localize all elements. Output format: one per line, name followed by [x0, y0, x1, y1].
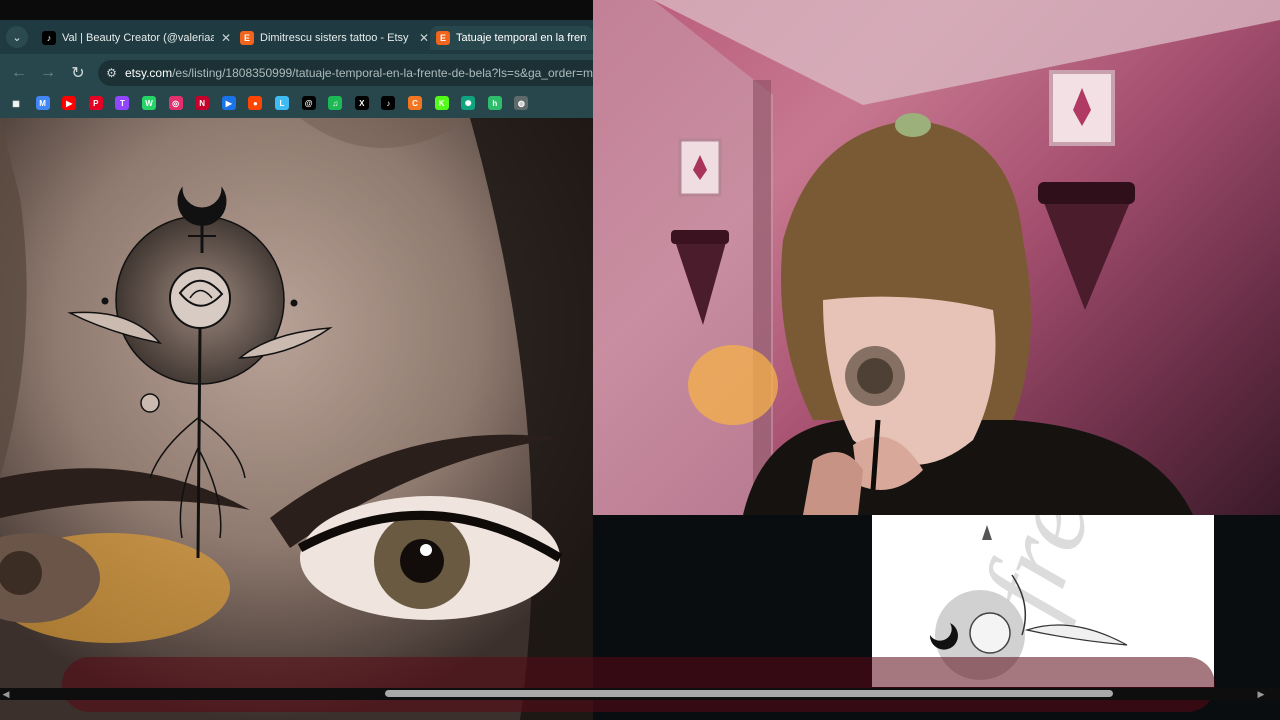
reddit-icon[interactable]: ● [248, 96, 263, 110]
tab-label: Val | Beauty Creator (@valeriaa... [62, 32, 214, 44]
whatsapp-icon[interactable]: W [142, 96, 156, 110]
close-icon[interactable]: ✕ [220, 31, 232, 45]
x-icon[interactable]: X [354, 96, 369, 110]
reload-icon: ↻ [71, 65, 85, 82]
twitch-icon[interactable]: T [115, 96, 130, 110]
arrow-left-icon: ← [11, 64, 27, 81]
scrollbar-thumb[interactable] [385, 690, 1113, 697]
pinterest-icon[interactable]: P [88, 96, 103, 110]
chatgpt-icon[interactable]: ✺ [461, 96, 476, 110]
chevron-down-icon: ⌄ [12, 31, 22, 44]
webcam-scene [593, 0, 1280, 515]
hotmart-icon[interactable]: h [487, 96, 502, 110]
globe-icon[interactable]: ◍ [514, 96, 529, 110]
spotify-icon[interactable]: ♫ [328, 96, 343, 110]
arrow-left-icon: ◀ [2, 688, 10, 699]
tab-search-button[interactable]: ⌄ [6, 26, 28, 48]
tab-etsy-dimitrescu[interactable]: E Dimitrescu sisters tattoo - Etsy ✕ [234, 26, 436, 50]
forward-button[interactable]: → [37, 62, 59, 84]
scroll-left-button[interactable]: ◀ [0, 688, 12, 700]
listing-photo [0, 118, 593, 720]
tab-label: Tatuaje temporal en la frente de [456, 32, 587, 44]
arrow-right-icon: ▶ [1257, 688, 1265, 699]
reload-button[interactable]: ↻ [67, 62, 89, 84]
tiktok-bookmark-icon[interactable]: ♪ [381, 96, 396, 110]
tab-tiktok[interactable]: ♪ Val | Beauty Creator (@valeriaa... ✕ [36, 26, 238, 50]
youtube-icon[interactable]: ▶ [62, 96, 77, 110]
tab-etsy-tatuaje[interactable]: E Tatuaje temporal en la frente de [430, 26, 593, 50]
threads-icon[interactable]: @ [301, 96, 316, 110]
scroll-right-button[interactable]: ▶ [1255, 688, 1267, 700]
video-icon[interactable]: ▶ [221, 96, 236, 110]
tab-label: Dimitrescu sisters tattoo - Etsy [260, 32, 409, 44]
arrow-right-icon: → [40, 64, 56, 81]
address-bar[interactable]: ⚙ etsy.com/es/listing/1808350999/tatuaje… [98, 60, 593, 86]
listing-image [0, 118, 593, 720]
google-icon[interactable]: M [35, 96, 50, 110]
tiktok-icon: ♪ [42, 31, 56, 45]
apps-icon[interactable]: ▦ [9, 96, 23, 110]
instagram-icon[interactable]: ◎ [168, 96, 183, 110]
etsy-icon: E [240, 31, 254, 45]
back-button[interactable]: ← [8, 62, 30, 84]
bookmark-red-icon[interactable]: N [195, 96, 210, 110]
url-host: etsy.com [124, 66, 173, 80]
letterboxd-icon[interactable]: L [275, 96, 289, 110]
etsy-icon: E [436, 31, 450, 45]
close-icon[interactable]: ✕ [418, 31, 430, 45]
webcam-feed [593, 0, 1280, 515]
overlay-bar [62, 657, 1215, 712]
url-path: /es/listing/1808350999/tatuaje-temporal-… [172, 66, 593, 80]
kick-icon[interactable]: K [434, 96, 449, 110]
site-info-icon[interactable]: ⚙ [106, 65, 117, 81]
crunchyroll-icon[interactable]: C [408, 96, 422, 110]
